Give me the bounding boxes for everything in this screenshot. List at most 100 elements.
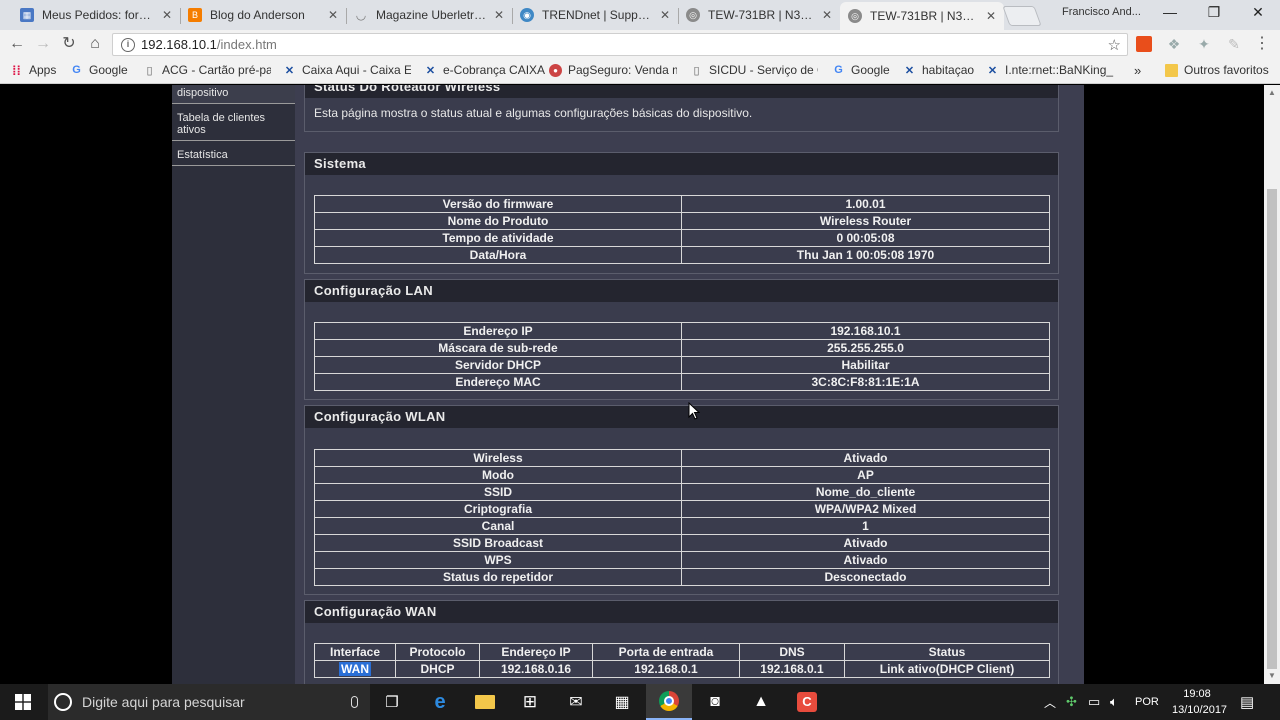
photos-icon[interactable]: ▲ [739,684,783,720]
restore-icon[interactable]: ❐ [1192,4,1236,21]
close-icon[interactable]: ✕ [162,8,172,22]
taskbar-clock[interactable]: 19:08 13/10/2017 [1172,686,1227,718]
table-row: WAN DHCP 192.168.0.16 192.168.0.1 192.16… [314,660,1050,678]
start-button[interactable] [0,684,46,720]
taskbar-search[interactable]: Digite aqui para pesquisar [48,684,370,720]
bookmark-acg[interactable]: ▯ ACG - Cartão pré-pag [143,63,271,77]
table-value: 1 [681,517,1050,535]
wan-panel: Configuração WAN Interface Protocolo End… [304,600,1059,684]
language-indicator[interactable]: POR [1135,684,1159,720]
table-row: Wireless Ativado [314,449,1050,467]
browser-tab[interactable]: ◡ Magazine Uberletrica ✕ [346,2,512,28]
microphone-icon[interactable] [351,696,358,708]
close-icon[interactable]: ✕ [328,8,338,22]
address-bar[interactable]: i 192.168.10.1/index.htm ☆ [112,33,1128,56]
home-icon[interactable]: ⌂ [84,33,106,55]
table-value: 0 00:05:08 [681,229,1050,247]
apps-icon: ⁞⁞ [12,63,21,77]
mail-icon[interactable]: ✉ [554,684,598,720]
bookmark-label: ACG - Cartão pré-pag [162,63,271,77]
tab-title: Meus Pedidos: força d [42,8,156,22]
bookmark-ecobranca[interactable]: ✕ e-Cobrança CAIXA [424,63,545,77]
sidebar-item-clientes[interactable]: Tabela de clientes ativos [172,109,295,141]
minimize-icon[interactable]: — [1148,4,1192,20]
bookmark-label: PagSeguro: Venda m [568,63,677,77]
table-key: Máscara de sub-rede [314,339,682,357]
info-icon[interactable]: i [121,37,135,52]
notifications-icon[interactable]: ▤ [1240,684,1254,720]
bookmark-caixa-aqui[interactable]: ✕ Caixa Aqui - Caixa Ec [283,63,411,77]
browser-tab-active[interactable]: ◎ TEW-731BR | N300 Ro ✕ [840,2,1004,30]
dropbox-icon[interactable]: ❖ [1166,36,1182,52]
back-icon[interactable]: ← [6,33,28,55]
tab-strip: ▦ Meus Pedidos: força d ✕ B Blog do Ande… [0,0,1280,30]
blogger-icon: B [188,8,202,22]
chrome-taskbar-icon[interactable] [646,684,692,720]
extension-icon[interactable]: ✦ [1196,36,1212,52]
profile-name[interactable]: Francisco And... [1062,6,1141,18]
close-icon[interactable]: ✕ [494,8,504,22]
table-value: WPA/WPA2 Mixed [681,500,1050,518]
tray-overflow-icon[interactable]: ︿ [1044,684,1056,720]
pagseguro-icon: ● [549,63,562,77]
table-value: Ativado [681,534,1050,552]
close-icon[interactable]: ✕ [660,8,670,22]
edge-icon[interactable]: e [418,684,462,720]
mouse-cursor-icon [688,402,700,420]
new-tab-button[interactable] [1002,6,1042,26]
network-icon[interactable]: ▭ [1088,684,1100,720]
volume-icon[interactable]: 🔈︎ [1110,684,1118,720]
camera-icon[interactable]: ◙ [693,684,737,720]
tab-favicon-icon: ▦ [20,8,34,22]
bookmark-label: Apps [29,63,57,77]
table-key: Criptografia [314,500,682,518]
bookmark-pagseguro[interactable]: ● PagSeguro: Venda m [549,63,677,77]
column-header: DNS [739,643,845,661]
browser-tab[interactable]: ▦ Meus Pedidos: força d ✕ [12,2,180,28]
file-explorer-icon[interactable] [463,684,507,720]
pin-icon[interactable]: ✎ [1226,36,1242,52]
sidebar-item-dispositivo[interactable]: dispositivo [172,85,295,104]
caixa-icon: ✕ [284,64,295,77]
close-icon[interactable]: ✕ [822,8,832,22]
bookmarks-overflow-button[interactable]: » [1134,63,1141,78]
browser-tab[interactable]: ◉ TRENDnet | Support | ✕ [512,2,678,28]
windows-logo-icon [15,694,31,710]
bookmark-google-2[interactable]: G Google [832,63,890,77]
page-scrollbar[interactable]: ▲ ▼ [1264,85,1280,684]
scroll-up-icon[interactable]: ▲ [1264,85,1280,101]
store-icon[interactable]: ⊞ [508,684,552,720]
table-value: AP [681,466,1050,484]
sidebar-item-estatistica[interactable]: Estatística [172,146,295,166]
bookmark-apps[interactable]: ⁞⁞ Apps [10,63,56,77]
scroll-down-icon[interactable]: ▼ [1264,668,1280,684]
wan-table: Interface Protocolo Endereço IP Porta de… [314,643,1050,678]
scrollbar-thumb[interactable] [1267,189,1277,669]
bookmark-star-icon[interactable]: ☆ [1108,36,1121,54]
recorder-app-icon[interactable]: C [785,684,829,720]
close-icon[interactable]: ✕ [986,9,996,23]
bookmark-label: Google [851,63,890,77]
selected-text: WAN [339,661,371,676]
security-icon[interactable]: ✣ [1066,684,1077,720]
table-key: Servidor DHCP [314,356,682,374]
browser-tab[interactable]: B Blog do Anderson ✕ [180,2,346,28]
table-value: Nome_do_cliente [681,483,1050,501]
table-key: WPS [314,551,682,569]
bookmark-habitacao[interactable]: ✕ habitaçao [903,63,974,77]
calculator-icon[interactable]: ▦ [600,684,644,720]
office-icon[interactable] [1136,36,1152,52]
bookmark-sicdu[interactable]: ▯ SICDU - Serviço de C [690,63,818,77]
bookmark-google[interactable]: G Google [70,63,127,77]
bookmark-other-folder[interactable]: Outros favoritos [1165,63,1269,77]
browser-tab[interactable]: ◎ TEW-731BR | N300 Ro ✕ [678,2,840,28]
reload-icon[interactable]: ↻ [58,33,80,55]
menu-icon[interactable]: ⋮ [1254,36,1270,52]
system-title: Sistema [305,153,1058,175]
search-placeholder: Digite aqui para pesquisar [82,694,245,710]
forward-icon[interactable]: → [32,33,54,55]
close-window-icon[interactable]: ✕ [1236,4,1280,21]
bookmark-internet-banking[interactable]: ✕ I.nte:rnet::BaNKing_ [986,63,1114,77]
task-view-icon[interactable]: ❐ [372,684,412,720]
status-header: Status Do Roteador Wireless [305,85,1058,98]
